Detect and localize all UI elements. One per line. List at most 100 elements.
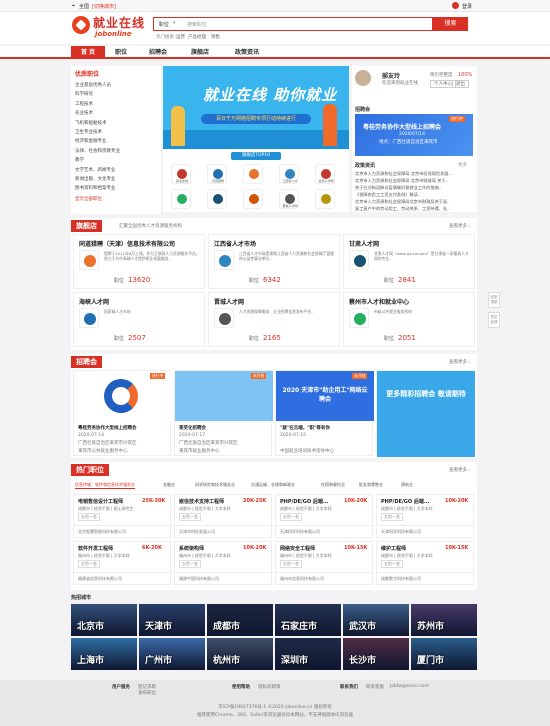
job-card[interactable]: 系统架构师 10K-20K 福州市 | 经验不限 | 大学本科 五险一金 福建中国科技有… bbox=[174, 541, 273, 585]
policy-item[interactable]: 关于应对新冠肺炎疫情做好稳就业工作的措施.. bbox=[355, 184, 475, 191]
flagship-logo[interactable]: 江西省人才 bbox=[279, 164, 299, 184]
nav-jobfairs[interactable]: 招聘会 bbox=[138, 46, 178, 59]
logo-icon bbox=[213, 194, 223, 204]
sidebar-item[interactable]: 农业技术 bbox=[75, 109, 157, 118]
flagship-logo bbox=[349, 250, 369, 270]
city-card[interactable]: 深圳市 bbox=[275, 638, 341, 670]
flagship-card[interactable]: 晋城人才网 人才资源保障服务、企业招聘信息发布平台.. 职位 2165 bbox=[208, 292, 340, 347]
city-card[interactable]: 广州市 bbox=[139, 638, 205, 670]
flagship-card[interactable]: 同道猎聘（天津）信息技术有限公司 猎聘于2011年6月上线。作为互联网人力资源服务… bbox=[73, 234, 205, 289]
flagship-logo[interactable] bbox=[243, 189, 263, 209]
city-card[interactable]: 苏州市 bbox=[411, 604, 477, 636]
flagship-logo[interactable] bbox=[207, 189, 227, 209]
flagship-card[interactable]: 甘肃人才网 甘肃人才网（www.gsrcw.com）是甘肃省一家最具人才网的专业.… bbox=[343, 234, 475, 289]
flagship-logo[interactable]: 同道猎聘 bbox=[207, 164, 227, 184]
city-card[interactable]: 北京市 bbox=[71, 604, 137, 636]
city-card[interactable]: 天津市 bbox=[139, 604, 205, 636]
hot-term[interactable]: 销售 bbox=[211, 34, 220, 40]
footer-email[interactable]: jobfw@osscr.com bbox=[390, 684, 429, 689]
job-card[interactable]: 网络安全工程师 10K-15K 福州市 | 经验不限 | 大学本科 五险一金 福州市信息… bbox=[275, 541, 374, 585]
jobfair-card[interactable]: 进行中 粤桂劳务协作大型线上招聘会 2020-07-14 广西壮族自治区来宾市兴宾区来… bbox=[73, 370, 172, 456]
sidebar-item[interactable]: 新闻出版、文化专业 bbox=[75, 175, 157, 184]
nav-home[interactable]: 首 页 bbox=[71, 46, 105, 59]
job-card[interactable]: PHP/DE/GO 后端... 10K-20K 成都市 | 经验不限 | 大学本科五… bbox=[376, 494, 475, 538]
flagship-card[interactable]: 江西省人才市场 江西省人才市场是隶属江西省人力资源和社会保障厅管理的公益性事业单位… bbox=[208, 234, 340, 289]
back-to-top-button[interactable]: 回到顶部 bbox=[488, 292, 500, 308]
tab-industry[interactable]: 交通运输、仓储和邮政业 bbox=[251, 482, 295, 488]
job-card[interactable]: 电销售信设计工程师 25K-30K 成都市 | 经验不限 | 硕士研究生 五险一金 北京… bbox=[73, 494, 172, 538]
policy-item[interactable]: 复工复产中的劳动用工、劳动关系、工资待遇、社.. bbox=[355, 205, 475, 212]
flagship-logo[interactable] bbox=[243, 164, 263, 184]
sidebar-item[interactable]: 企业基层优秀人员 bbox=[75, 81, 157, 90]
flagship-logo[interactable]: 就业在线 bbox=[171, 164, 191, 184]
footer-link[interactable]: 隐私权政策 bbox=[258, 684, 281, 690]
hero-banner[interactable]: 就业在线 助你就业 百日千万网络招聘专项行动持续进行 bbox=[163, 66, 349, 149]
flagship-more-link[interactable]: 查看更多 › bbox=[449, 223, 470, 229]
jobfair-promo-card[interactable]: 粤桂劳务协作大型线上招聘会 2020/07/14 地点：广西壮族自治区来宾市 进… bbox=[355, 114, 473, 156]
user-menu[interactable]: 登录 bbox=[462, 3, 472, 10]
jobfair-card[interactable]: 未开始 莱芜化招聘会 2020-07-17 广西壮族自治区来宾市兴宾区 来宾市就业服务中… bbox=[174, 370, 273, 456]
sidebar-item[interactable]: 科学研究 bbox=[75, 90, 157, 99]
city-card[interactable]: 石家庄市 bbox=[275, 604, 341, 636]
policy-item[interactable]: 北京市人力资源和社会保障局北京市财政局关于延.. bbox=[355, 198, 475, 205]
sidebar-item[interactable]: 文学艺术、新闻专业 bbox=[75, 166, 157, 175]
sidebar-item[interactable]: 法律、社会和宗教专业 bbox=[75, 147, 157, 156]
sidebar-item[interactable]: 图书资料和档案专业 bbox=[75, 184, 157, 193]
job-card[interactable]: 嵌信技术支持工程师 20K-25K 成都市 | 经验不限 | 大学本科 五险一金 天津市… bbox=[174, 494, 273, 538]
jobfair-date: 2020-07-17 bbox=[179, 433, 206, 438]
city-card[interactable]: 长沙市 bbox=[343, 638, 409, 670]
sidebar-item[interactable]: 飞机和船舶技术 bbox=[75, 119, 157, 128]
search-button[interactable]: 搜索 bbox=[433, 17, 468, 31]
jobfair-card[interactable]: 2020 天津市"助企用工"网络云聘会 未开始 "就"在云端，"职"等有你 2020-… bbox=[275, 370, 374, 456]
job-card[interactable]: 软件开发工程师 6K-20K 福州市 | 经验不限 | 大学本科 五险一金 福建省信息科… bbox=[73, 541, 172, 585]
nav-policy[interactable]: 政策资讯 bbox=[223, 46, 271, 59]
policy-item[interactable]: 北京市人力资源和社会保障局 北京市医保保险发展.. bbox=[355, 170, 475, 177]
job-card[interactable]: PHP/DE/GO 后端... 10K-20K 成都市 | 经验不限 | 大学本科五… bbox=[275, 494, 374, 538]
sidebar-item[interactable]: 工程技术 bbox=[75, 100, 157, 109]
nav-flagship[interactable]: 旗舰店 bbox=[180, 46, 220, 59]
city-card[interactable]: 武汉市 bbox=[343, 604, 409, 636]
logout-button[interactable]: 退出 bbox=[452, 80, 469, 88]
tab-industry[interactable]: 建筑业 bbox=[401, 482, 413, 488]
nav-jobs[interactable]: 职位 bbox=[105, 46, 137, 59]
tab-industry[interactable]: 信息传输、软件和信息技术服务业 bbox=[75, 482, 135, 489]
jobfair-more-link[interactable]: 查看更多 › bbox=[449, 359, 470, 365]
hotjobs-more-link[interactable]: 查看更多 › bbox=[449, 467, 470, 473]
divider bbox=[74, 525, 172, 526]
logo-icon bbox=[177, 169, 187, 179]
flagship-card[interactable]: 蔡州市人才和就业中心 市级公共就业服务机构 职位 2051 bbox=[343, 292, 475, 347]
hot-term[interactable]: 运营 bbox=[176, 34, 185, 40]
footer-link[interactable]: 发布职位 bbox=[138, 690, 156, 696]
sidebar-item[interactable]: 教学 bbox=[75, 156, 157, 165]
search-input[interactable]: 搜索职位 bbox=[187, 21, 207, 28]
tab-industry[interactable]: 住宿和餐饮业 bbox=[321, 482, 345, 488]
hot-term[interactable]: 产品经理 bbox=[188, 34, 206, 40]
policy-more-link[interactable]: 更多 bbox=[458, 162, 467, 168]
city-card[interactable]: 上海市 bbox=[71, 638, 137, 670]
avatar[interactable] bbox=[452, 2, 459, 9]
jobfair-card[interactable]: 更多精彩招聘会 敬请期待 bbox=[376, 370, 475, 457]
feedback-button[interactable]: 意见反馈 bbox=[488, 312, 500, 328]
policy-item[interactable]: 《保障农民工工资支付条例》解读.. bbox=[355, 191, 475, 198]
flagship-logo-name: 就业在线 bbox=[175, 179, 188, 183]
flagship-logo[interactable]: 晋城人才网 bbox=[279, 189, 299, 209]
flagship-logo[interactable] bbox=[171, 189, 191, 209]
sidebar-item[interactable]: 卫生专业技术 bbox=[75, 128, 157, 137]
city-card[interactable]: 厦门市 bbox=[411, 638, 477, 670]
flagship-card[interactable]: 海峡人才网 国家级人才市场 职位 2507 bbox=[73, 292, 205, 347]
city-card[interactable]: 成都市 bbox=[207, 604, 273, 636]
flagship-logo[interactable]: 甘肃人才网 bbox=[315, 164, 335, 184]
tab-industry[interactable]: 科学研究和技术服务业 bbox=[195, 482, 235, 488]
tab-industry[interactable]: 批发和零售业 bbox=[359, 482, 383, 488]
job-card[interactable]: 维护工程师 10K-15K 成都市 | 经验不限 | 大学本科 五险一金 成都数字科技有… bbox=[376, 541, 475, 585]
city-card[interactable]: 杭州市 bbox=[207, 638, 273, 670]
search-type-select[interactable]: 职位 bbox=[159, 21, 169, 28]
footer-link[interactable]: 联系客服 bbox=[366, 684, 384, 690]
policy-item[interactable]: 北京市人力资源和社会保障局 北京市财政局 关于.. bbox=[355, 177, 475, 184]
brand-name[interactable]: 就业在线 bbox=[93, 14, 145, 31]
show-all-link[interactable]: 显示全部职位 bbox=[71, 194, 161, 204]
tab-industry[interactable]: 金融业 bbox=[163, 482, 175, 488]
sidebar-item[interactable]: 经济和金融专业 bbox=[75, 137, 157, 146]
flagship-logo[interactable] bbox=[315, 189, 335, 209]
switch-city-link[interactable]: [切换城市] bbox=[92, 3, 116, 10]
